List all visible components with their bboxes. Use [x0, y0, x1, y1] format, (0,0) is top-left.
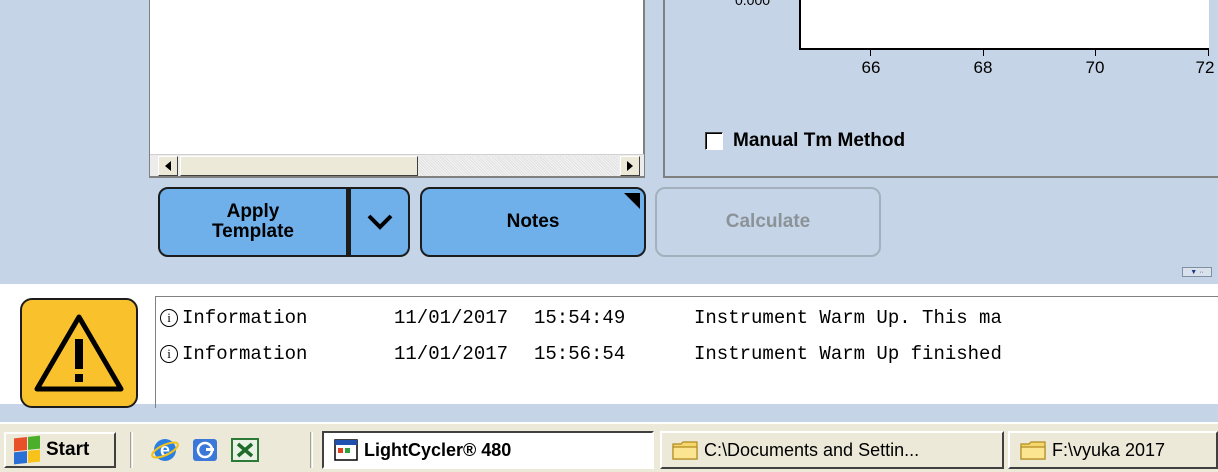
- x-tick-label: 72: [1195, 58, 1215, 77]
- log-type: Information: [182, 343, 308, 365]
- excel-icon[interactable]: [230, 435, 260, 465]
- plot-area: [799, 0, 1209, 50]
- calculate-button: Calculate: [655, 187, 881, 257]
- folder-icon: [1020, 441, 1046, 460]
- windows-logo-icon: [14, 435, 40, 465]
- manual-tm-method-option[interactable]: Manual Tm Method: [705, 130, 905, 152]
- manual-tm-label: Manual Tm Method: [733, 130, 906, 151]
- x-tick-mark: [983, 50, 984, 56]
- calculate-label: Calculate: [725, 211, 811, 232]
- melt-curve-chart-panel: 0.000 66 68 70 72 Manual Tm Method: [663, 0, 1218, 178]
- taskbar-item-label: F:\vyuka 2017: [1052, 439, 1166, 460]
- expand-arrow-icon[interactable]: ▼ ··: [1182, 267, 1212, 277]
- folder-icon: [672, 441, 698, 460]
- log-entry[interactable]: i Information 11/01/2017 15:56:54 Instru…: [160, 339, 1002, 369]
- info-icon: i: [160, 309, 178, 327]
- log-message: Instrument Warm Up finished: [694, 343, 1002, 365]
- log-entry[interactable]: i Information 11/01/2017 15:54:49 Instru…: [160, 303, 1002, 333]
- notes-button[interactable]: Notes: [420, 187, 646, 257]
- notes-label: Notes: [506, 211, 560, 232]
- apply-template-label-line2: Template: [211, 221, 294, 242]
- y-tick-label: 0.000: [735, 0, 771, 8]
- x-tick-label: 66: [861, 58, 881, 77]
- log-type: Information: [182, 307, 308, 329]
- chevron-down-icon: [367, 214, 392, 230]
- taskbar-item-label: C:\Documents and Settin...: [704, 439, 920, 460]
- info-icon: i: [160, 345, 178, 363]
- apply-template-button[interactable]: Apply Template: [158, 187, 348, 257]
- warning-icon-box[interactable]: [20, 298, 138, 408]
- apply-template-dropdown-button[interactable]: [348, 187, 410, 257]
- taskbar-item-lightcycler[interactable]: LightCycler® 480: [322, 431, 654, 469]
- taskbar-item-label: LightCycler® 480: [364, 439, 512, 460]
- log-message: Instrument Warm Up. This ma: [694, 307, 1002, 329]
- desktop-icon[interactable]: [190, 435, 220, 465]
- log-date: 11/01/2017: [394, 307, 509, 329]
- warning-triangle-icon: [34, 314, 124, 392]
- notes-corner-indicator: [624, 193, 640, 209]
- x-tick-label: 68: [973, 58, 993, 77]
- taskbar-item-documents-folder[interactable]: C:\Documents and Settin...: [660, 431, 1004, 469]
- arrow-left-icon: [165, 161, 171, 171]
- start-button[interactable]: Start: [4, 432, 116, 468]
- x-tick-mark: [1095, 50, 1096, 56]
- taskbar: Start e LightCycler® 480 C:\Documents an…: [0, 422, 1218, 472]
- message-log-area: i Information 11/01/2017 15:54:49 Instru…: [0, 284, 1218, 408]
- taskbar-separator: [130, 432, 133, 468]
- template-list-panel[interactable]: [149, 0, 645, 178]
- start-label: Start: [46, 439, 90, 460]
- x-tick-mark: [1208, 50, 1209, 56]
- horizontal-scrollbar[interactable]: [150, 154, 644, 176]
- internet-explorer-icon[interactable]: e: [150, 435, 180, 465]
- manual-tm-checkbox[interactable]: [705, 132, 723, 150]
- x-tick-label: 70: [1085, 58, 1105, 77]
- scroll-right-button[interactable]: [620, 156, 640, 176]
- scroll-left-button[interactable]: [158, 156, 178, 176]
- log-date: 11/01/2017: [394, 343, 509, 365]
- log-time: 15:54:49: [534, 307, 626, 329]
- app-main-area: 0.000 66 68 70 72 Manual Tm Method Apply…: [0, 0, 1218, 284]
- x-tick-mark: [870, 50, 871, 56]
- log-time: 15:56:54: [534, 343, 626, 365]
- scrollbar-thumb[interactable]: [180, 156, 418, 176]
- message-log-list[interactable]: i Information 11/01/2017 15:54:49 Instru…: [155, 296, 1218, 408]
- apply-template-label-line1: Apply: [226, 201, 280, 222]
- arrow-right-icon: [627, 161, 633, 171]
- taskbar-separator: [310, 432, 313, 468]
- app-window-icon: [334, 439, 358, 461]
- taskbar-item-vyuka-folder[interactable]: F:\vyuka 2017: [1008, 431, 1218, 469]
- scrollbar-track[interactable]: [418, 156, 618, 176]
